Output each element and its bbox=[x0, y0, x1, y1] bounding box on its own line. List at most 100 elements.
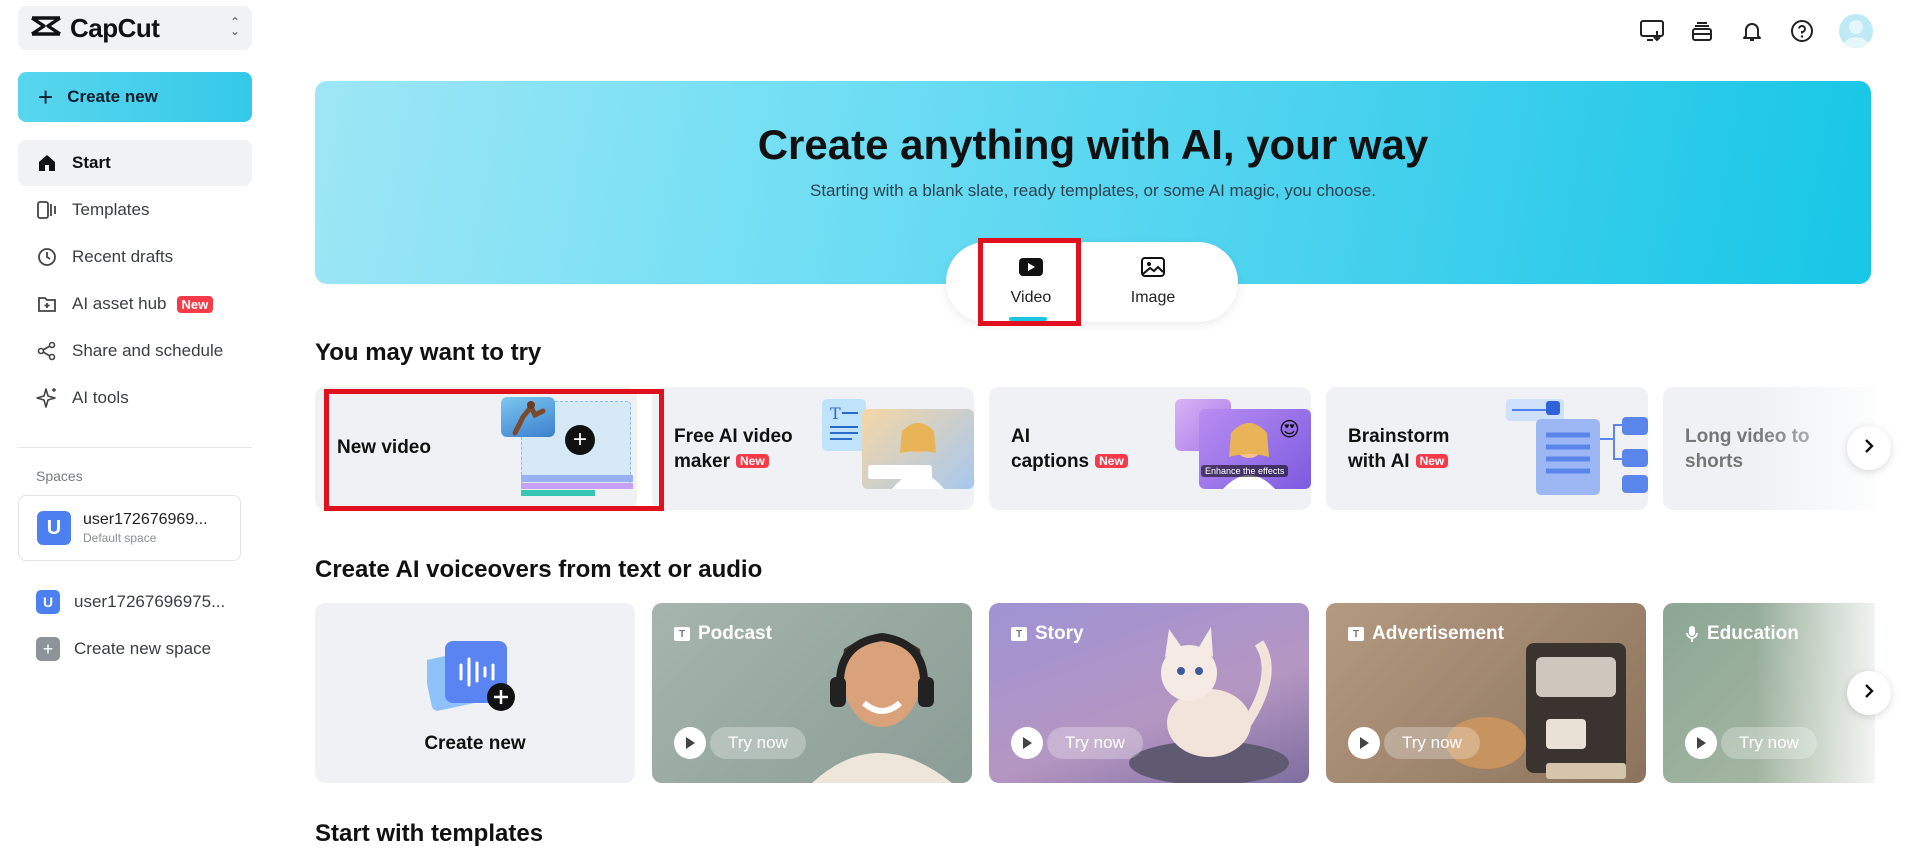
text-t-icon: T bbox=[1348, 627, 1364, 641]
create-space-label: Create new space bbox=[74, 639, 212, 658]
try-now-label: Try now bbox=[1384, 727, 1480, 759]
create-new-space-button[interactable]: + Create new space bbox=[36, 636, 211, 662]
share-icon bbox=[36, 340, 58, 362]
try-now-button[interactable]: Try now bbox=[1011, 727, 1143, 759]
advertisement-card[interactable]: T Advertisement Try now bbox=[1326, 603, 1646, 783]
sidebar-item-share-and-schedule[interactable]: Share and schedule bbox=[18, 328, 252, 374]
workspace-switcher[interactable]: CapCut ⌃ ⌄ bbox=[18, 6, 252, 50]
space-avatar: U bbox=[37, 511, 71, 545]
podcast-person-illustration bbox=[812, 632, 952, 783]
tab-image[interactable]: Image bbox=[1108, 256, 1198, 307]
app-name: CapCut bbox=[70, 12, 160, 43]
label-text: Podcast bbox=[698, 623, 772, 644]
sidebar-item-ai-asset-hub[interactable]: AI asset hub New bbox=[18, 281, 252, 327]
sidebar-item-templates[interactable]: Templates bbox=[18, 187, 252, 233]
templates-icon bbox=[36, 199, 58, 221]
sidebar-divider bbox=[18, 447, 252, 448]
capcut-logo-icon bbox=[30, 15, 62, 42]
download-app-icon[interactable] bbox=[1637, 16, 1667, 46]
bell-icon[interactable] bbox=[1737, 16, 1767, 46]
sidebar: CapCut ⌃ ⌄ + Create new Start Templates R… bbox=[0, 0, 270, 847]
card-label: T Advertisement bbox=[1348, 623, 1504, 645]
ai-captions-card[interactable]: AI captions New Enhance the effects 😍 bbox=[989, 387, 1311, 510]
text-t-icon: T bbox=[674, 627, 690, 641]
video-tab-highlight bbox=[978, 238, 1081, 326]
sidebar-item-label: Start bbox=[72, 153, 111, 172]
try-now-label: Try now bbox=[1047, 727, 1143, 759]
tab-label: Image bbox=[1130, 289, 1176, 306]
microphone-icon bbox=[1685, 625, 1699, 643]
layers-icon[interactable] bbox=[1687, 16, 1717, 46]
chevron-right-icon bbox=[1862, 682, 1876, 705]
emoji-sticker-icon: 😍 bbox=[1279, 419, 1300, 441]
video-thumbnail bbox=[862, 409, 974, 489]
sidebar-item-start[interactable]: Start bbox=[18, 140, 252, 186]
chevron-right-icon bbox=[1862, 437, 1876, 460]
space-item-user[interactable]: U user17267696975... bbox=[36, 589, 225, 615]
card-label: Brainstorm with AI New bbox=[1348, 424, 1449, 476]
free-ai-video-maker-card[interactable]: Free AI video maker New T bbox=[652, 387, 974, 510]
create-new-button[interactable]: + Create new bbox=[18, 72, 252, 122]
templates-section-title: Start with templates bbox=[315, 820, 544, 847]
sidebar-item-label: Share and schedule bbox=[72, 341, 224, 360]
story-card[interactable]: T Story Try now bbox=[989, 603, 1309, 783]
sidebar-item-ai-tools[interactable]: AI tools bbox=[18, 375, 252, 421]
space-name: user172676969... bbox=[83, 511, 208, 528]
brainstorm-with-ai-card[interactable]: Brainstorm with AI New bbox=[1326, 387, 1648, 510]
try-now-button[interactable]: Try now bbox=[674, 727, 806, 759]
play-icon bbox=[1348, 727, 1380, 759]
story-cat-illustration bbox=[1129, 627, 1289, 783]
hero-subtitle: Starting with a blank slate, ready templ… bbox=[809, 181, 1376, 200]
try-now-label: Try now bbox=[710, 727, 806, 759]
spaces-heading: Spaces bbox=[36, 468, 83, 484]
create-new-voiceover-card[interactable]: Create new bbox=[315, 603, 635, 783]
space-subtitle: Default space bbox=[83, 531, 157, 545]
caption-overlay-text: Enhance the effects bbox=[1201, 465, 1289, 477]
label-line: captions bbox=[1011, 451, 1090, 472]
label-line: shorts bbox=[1685, 451, 1744, 472]
try-now-button[interactable]: Try now bbox=[1348, 727, 1480, 759]
image-icon bbox=[1108, 256, 1198, 283]
hero-title: Create anything with AI, your way bbox=[757, 121, 1429, 168]
voiceover-carousel: Create new T Podcast Try now T Story Try n… bbox=[315, 603, 1875, 783]
podcast-card[interactable]: T Podcast Try now bbox=[652, 603, 972, 783]
text-doc-illustration: T bbox=[822, 399, 866, 451]
sidebar-item-recent-drafts[interactable]: Recent drafts bbox=[18, 234, 252, 280]
try-section-title: You may want to try bbox=[315, 339, 542, 366]
carousel-next-button[interactable] bbox=[1847, 426, 1891, 470]
default-space-card[interactable]: U user172676969... Default space bbox=[18, 495, 241, 561]
new-badge: New bbox=[176, 295, 214, 313]
label-line: maker bbox=[674, 451, 730, 472]
sidebar-item-label: AI asset hub bbox=[72, 294, 167, 313]
new-badge: New bbox=[736, 454, 769, 468]
play-icon bbox=[674, 727, 706, 759]
play-icon bbox=[1685, 727, 1717, 759]
help-icon[interactable] bbox=[1787, 16, 1817, 46]
plus-icon: + bbox=[36, 637, 60, 661]
svg-text:T: T bbox=[830, 404, 841, 423]
home-icon bbox=[36, 152, 58, 174]
sidebar-nav: Start Templates Recent drafts AI asset h… bbox=[18, 140, 252, 422]
card-label: Free AI video maker New bbox=[674, 424, 793, 476]
user-avatar[interactable] bbox=[1839, 14, 1873, 48]
label-text: Advertisement bbox=[1372, 623, 1504, 644]
sidebar-item-label: AI tools bbox=[72, 388, 129, 407]
sidebar-item-label: Templates bbox=[72, 200, 150, 219]
voiceover-section-title: Create AI voiceovers from text or audio bbox=[315, 556, 763, 583]
space-name: user17267696975... bbox=[74, 592, 226, 611]
plus-icon: + bbox=[38, 82, 54, 112]
label-text: Story bbox=[1035, 623, 1084, 644]
label-line: Free AI video bbox=[674, 426, 793, 447]
create-new-label: Create new bbox=[67, 87, 158, 106]
label-line: with AI bbox=[1348, 451, 1410, 472]
card-label: AI captions New bbox=[1011, 424, 1128, 476]
voiceover-next-button[interactable] bbox=[1847, 671, 1891, 715]
topbar-actions bbox=[1617, 14, 1873, 48]
card-label: T Story bbox=[1011, 623, 1084, 645]
sparkle-icon bbox=[36, 387, 58, 409]
voiceover-icon bbox=[423, 641, 515, 711]
new-video-highlight bbox=[324, 389, 664, 511]
card-label: T Podcast bbox=[674, 623, 772, 645]
asset-hub-icon bbox=[36, 293, 58, 315]
mindmap-illustration bbox=[1506, 399, 1648, 495]
